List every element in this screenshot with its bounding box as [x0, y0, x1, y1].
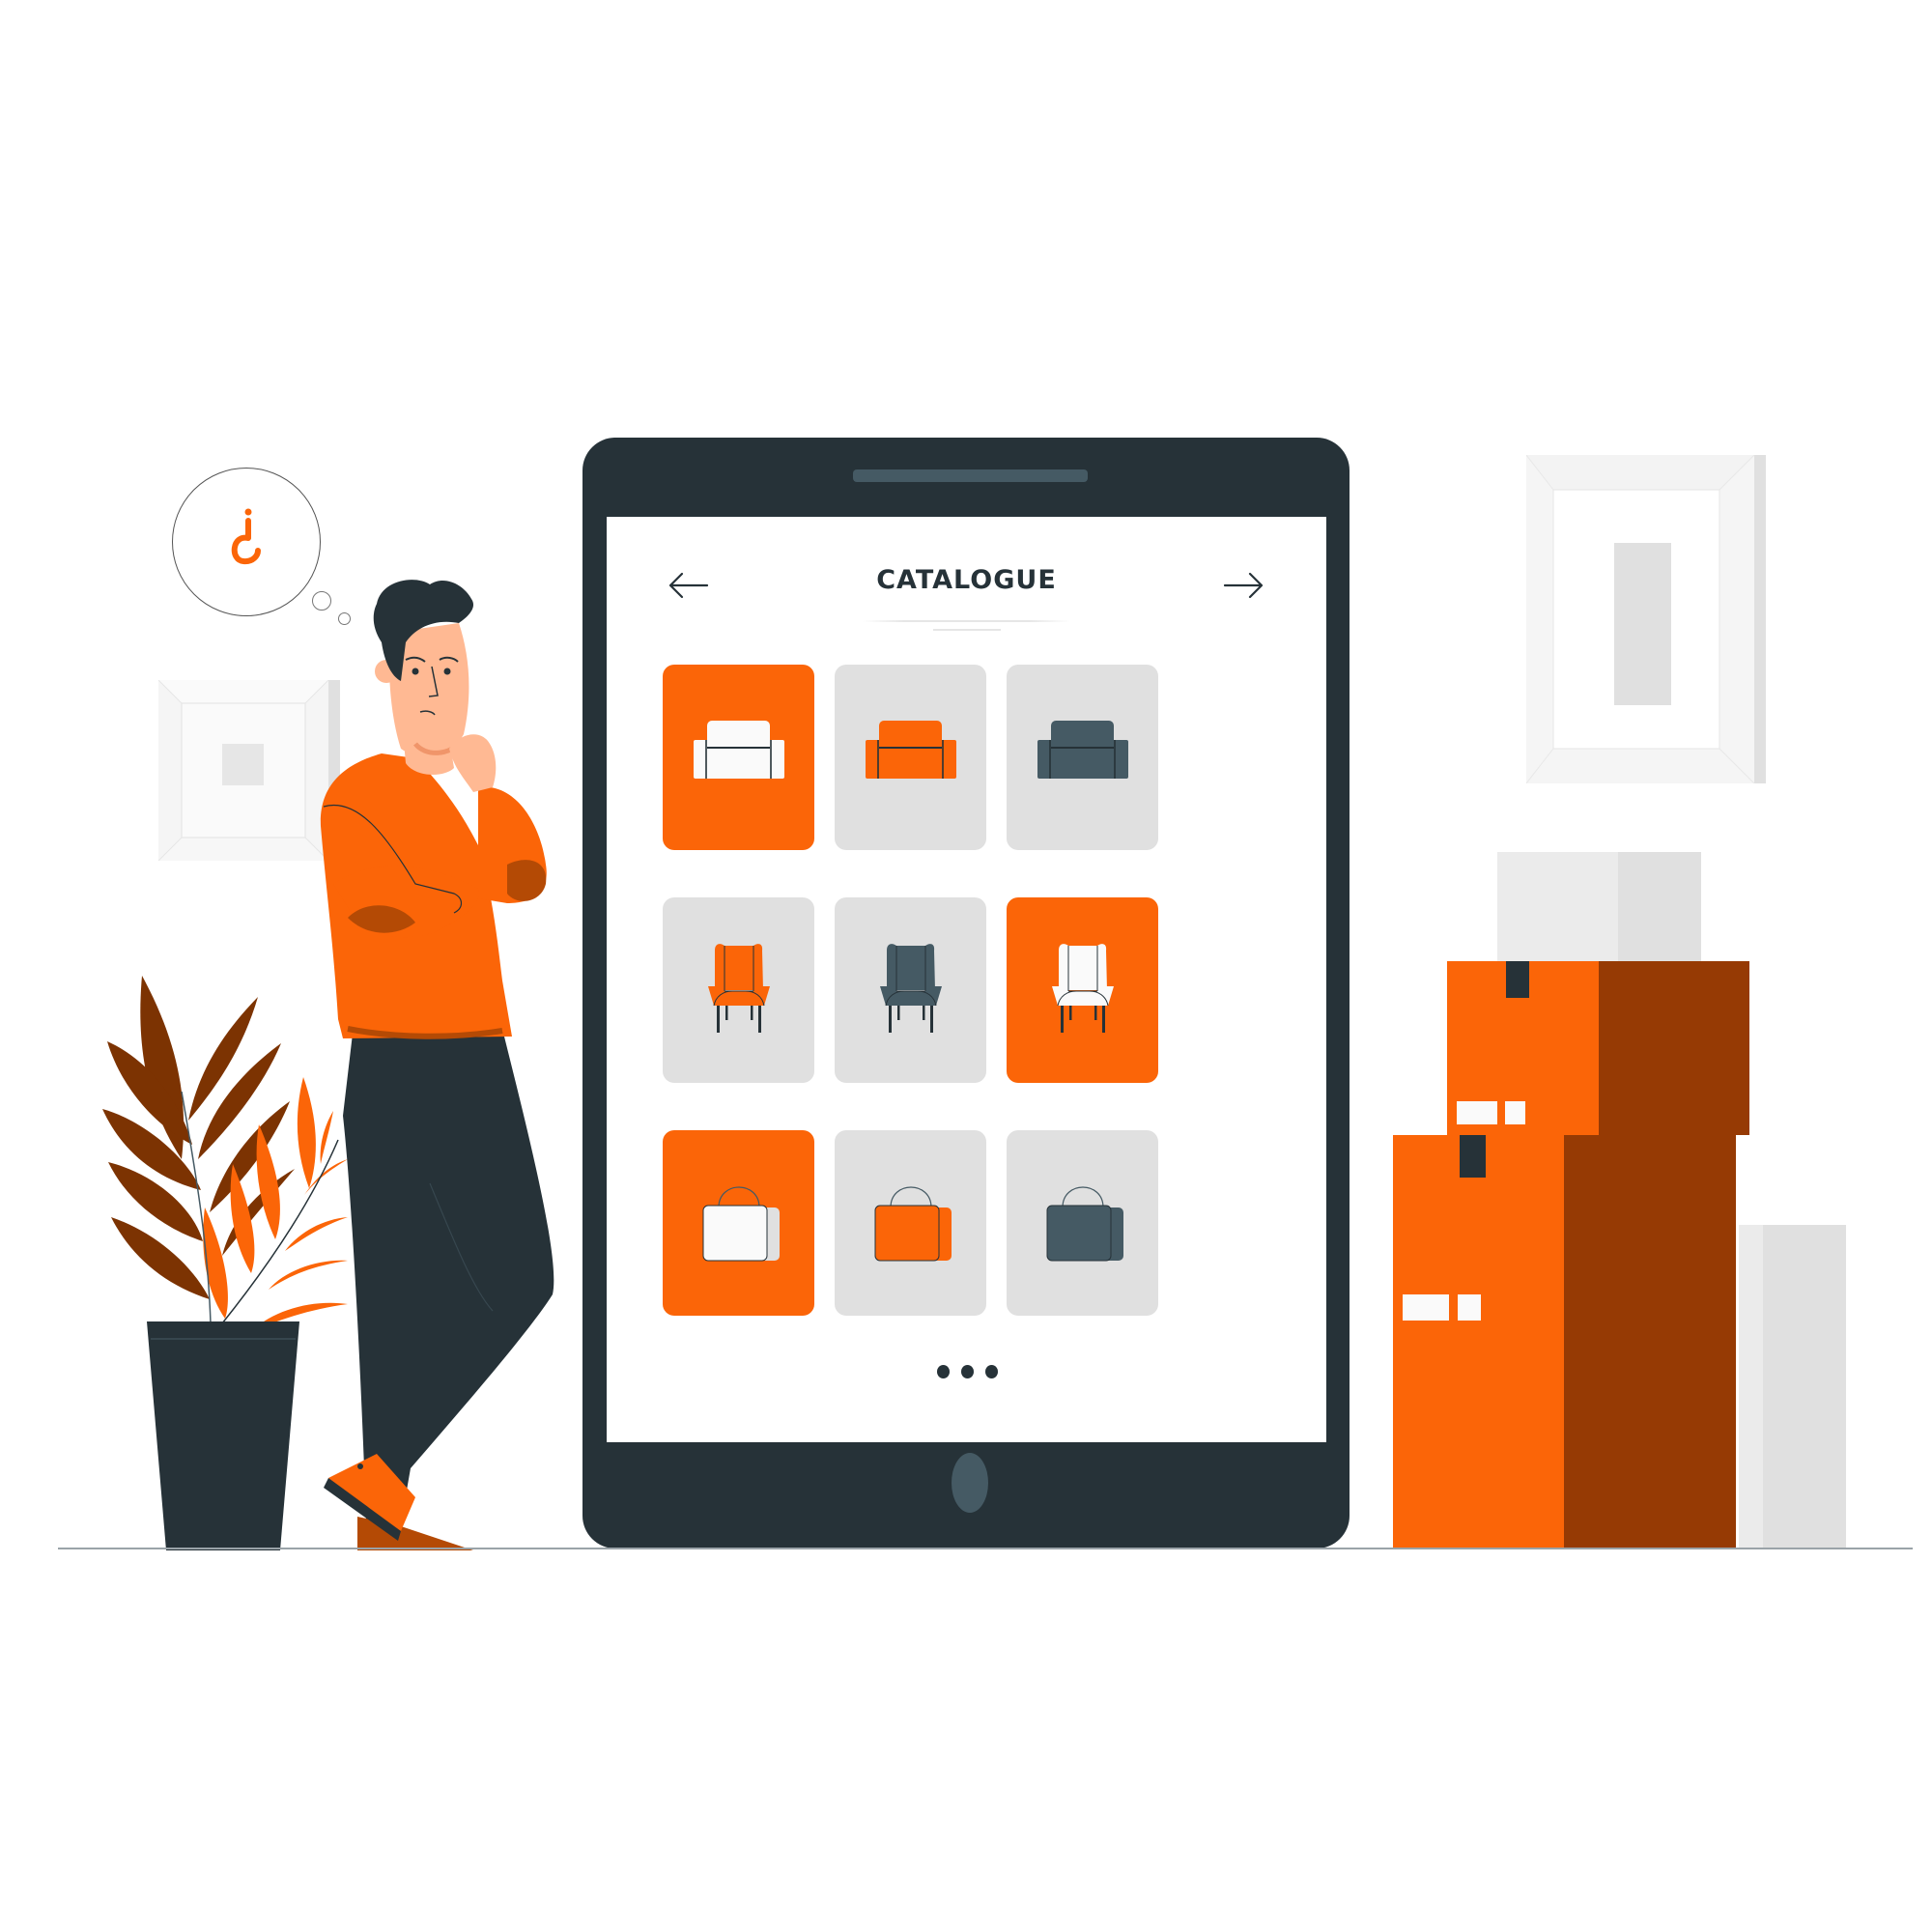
- phone-screen: CATALOGUE: [607, 517, 1326, 1442]
- catalogue-item-bag-white[interactable]: [663, 1130, 814, 1316]
- pagination-dot[interactable]: [937, 1365, 950, 1378]
- bag-icon: [1046, 1186, 1123, 1262]
- catalogue-item-sofa-slate[interactable]: [1007, 665, 1158, 850]
- more-dots-icon[interactable]: [937, 1365, 999, 1378]
- catalogue-item-armchair-slate[interactable]: [835, 897, 986, 1083]
- title-underline: [863, 620, 1070, 622]
- catalogue-item-bag-orange[interactable]: [835, 1130, 986, 1316]
- floor-line: [58, 1548, 1913, 1549]
- gray-box-top: [1497, 852, 1619, 961]
- cardboard-box-top: [1447, 961, 1749, 1135]
- bag-icon: [702, 1186, 780, 1262]
- phone-speaker: [853, 469, 1088, 482]
- catalogue-item-armchair-orange[interactable]: [663, 897, 814, 1083]
- sofa-icon: [1037, 721, 1128, 779]
- armchair-icon: [880, 944, 942, 1033]
- catalogue-item-sofa-orange[interactable]: [835, 665, 986, 850]
- arrow-right-icon: [1223, 572, 1264, 599]
- armchair-icon: [880, 944, 942, 1033]
- person-thinking: [320, 580, 554, 1550]
- illustration-scene: CATALOGUE: [0, 0, 1932, 1932]
- bag-icon: [1046, 1186, 1123, 1262]
- next-page-button[interactable]: [1223, 571, 1265, 600]
- phone-device: CATALOGUE: [582, 438, 1350, 1548]
- cardboard-box-bottom: [1393, 1135, 1736, 1549]
- sofa-icon: [694, 721, 784, 779]
- sofa-icon: [694, 721, 784, 779]
- gray-box-small: [1739, 1225, 1764, 1548]
- pagination-dot[interactable]: [985, 1365, 998, 1378]
- question-mark-icon: [231, 508, 261, 565]
- stacked-boxes: [1393, 852, 1846, 1549]
- bag-icon: [702, 1186, 780, 1262]
- bag-icon: [874, 1186, 952, 1262]
- sofa-icon: [866, 721, 956, 779]
- catalogue-item-armchair-white[interactable]: [1007, 897, 1158, 1083]
- sofa-icon: [1037, 721, 1128, 779]
- armchair-icon: [708, 944, 770, 1033]
- armchair-icon: [1052, 944, 1114, 1033]
- sofa-icon: [866, 721, 956, 779]
- title-underline-accent: [933, 629, 1001, 631]
- pagination-dot[interactable]: [961, 1365, 974, 1378]
- home-button-icon[interactable]: [952, 1453, 988, 1513]
- armchair-icon: [1052, 944, 1114, 1033]
- catalogue-item-bag-slate[interactable]: [1007, 1130, 1158, 1316]
- catalogue-item-sofa-white[interactable]: [663, 665, 814, 850]
- armchair-icon: [708, 944, 770, 1033]
- wall-picture-frame-right: [1526, 455, 1766, 783]
- catalogue-title: CATALOGUE: [876, 565, 1057, 595]
- bag-icon: [874, 1186, 952, 1262]
